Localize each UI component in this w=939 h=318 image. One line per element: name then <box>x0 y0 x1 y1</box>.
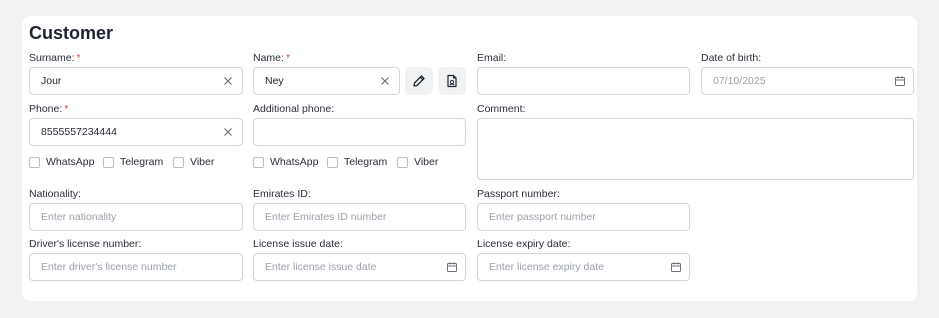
email-label: Email: <box>477 52 507 64</box>
section-title: Customer <box>29 23 114 43</box>
surname-field[interactable]: Jour <box>29 67 243 95</box>
passport-label: Passport number: <box>477 188 560 200</box>
license-issue-label: License issue date: <box>253 238 343 250</box>
checkbox-box[interactable] <box>327 156 338 168</box>
phone-viber-checkbox[interactable]: Viber <box>173 156 214 168</box>
license-expiry-label: License expiry date: <box>477 238 571 250</box>
customer-card: Customer Surname: * Jour Name: * Ney Email… <box>22 16 917 301</box>
calendar-icon[interactable] <box>446 261 458 273</box>
dob-placeholder: 07/10/2025 <box>713 75 766 87</box>
additional-phone-label: Additional phone: <box>253 103 335 115</box>
additional-phone-viber-checkbox[interactable]: Viber <box>397 156 438 168</box>
passport-field[interactable]: Enter passport number <box>477 203 690 231</box>
additional-phone-field[interactable] <box>253 118 466 146</box>
checkbox-box[interactable] <box>253 156 264 168</box>
checkbox-box[interactable] <box>103 156 114 168</box>
surname-value: Jour <box>41 75 62 87</box>
comment-label: Comment: <box>477 103 526 115</box>
license-issue-placeholder: Enter license issue date <box>265 261 377 273</box>
phone-telegram-checkbox[interactable]: Telegram <box>103 156 163 168</box>
calendar-icon[interactable] <box>670 261 682 273</box>
license-expiry-placeholder: Enter license expiry date <box>489 261 604 273</box>
surname-label: Surname: * <box>29 52 81 64</box>
nationality-label: Nationality: <box>29 188 81 200</box>
calendar-icon[interactable] <box>894 75 906 87</box>
license-issue-field[interactable]: Enter license issue date <box>253 253 466 281</box>
email-field[interactable] <box>477 67 690 95</box>
checkbox-box[interactable] <box>173 156 184 168</box>
phone-label: Phone: * <box>29 103 69 115</box>
close-icon[interactable] <box>222 126 234 138</box>
close-icon[interactable] <box>379 75 391 87</box>
required-marker: * <box>64 103 69 115</box>
additional-phone-telegram-checkbox[interactable]: Telegram <box>327 156 387 168</box>
additional-phone-whatsapp-checkbox[interactable]: WhatsApp <box>253 156 318 168</box>
comment-textarea[interactable] <box>477 118 914 180</box>
close-icon[interactable] <box>222 75 234 87</box>
phone-value: 8555557234444 <box>41 126 117 138</box>
nationality-placeholder: Enter nationality <box>41 211 117 223</box>
phone-whatsapp-checkbox[interactable]: WhatsApp <box>29 156 94 168</box>
pencil-icon <box>413 75 425 87</box>
name-field[interactable]: Ney <box>253 67 400 95</box>
passport-placeholder: Enter passport number <box>489 211 596 223</box>
emirates-id-label: Emirates ID: <box>253 188 311 200</box>
document-button[interactable] <box>438 67 466 95</box>
dob-field[interactable]: 07/10/2025 <box>701 67 914 95</box>
document-icon <box>447 74 457 88</box>
license-number-field[interactable]: Enter driver's license number <box>29 253 243 281</box>
license-expiry-field[interactable]: Enter license expiry date <box>477 253 690 281</box>
required-marker: * <box>285 52 291 64</box>
required-marker: * <box>76 52 81 64</box>
edit-button[interactable] <box>405 67 433 95</box>
checkbox-box[interactable] <box>29 156 40 168</box>
name-label: Name: * <box>253 52 291 64</box>
license-number-label: Driver's license number: <box>29 238 142 250</box>
emirates-id-placeholder: Enter Emirates ID number <box>265 211 387 223</box>
license-number-placeholder: Enter driver's license number <box>41 261 177 273</box>
phone-field[interactable]: 8555557234444 <box>29 118 243 146</box>
checkbox-box[interactable] <box>397 156 408 168</box>
emirates-id-field[interactable]: Enter Emirates ID number <box>253 203 466 231</box>
name-value: Ney <box>265 75 284 87</box>
nationality-field[interactable]: Enter nationality <box>29 203 243 231</box>
dob-label: Date of birth: <box>701 52 762 64</box>
